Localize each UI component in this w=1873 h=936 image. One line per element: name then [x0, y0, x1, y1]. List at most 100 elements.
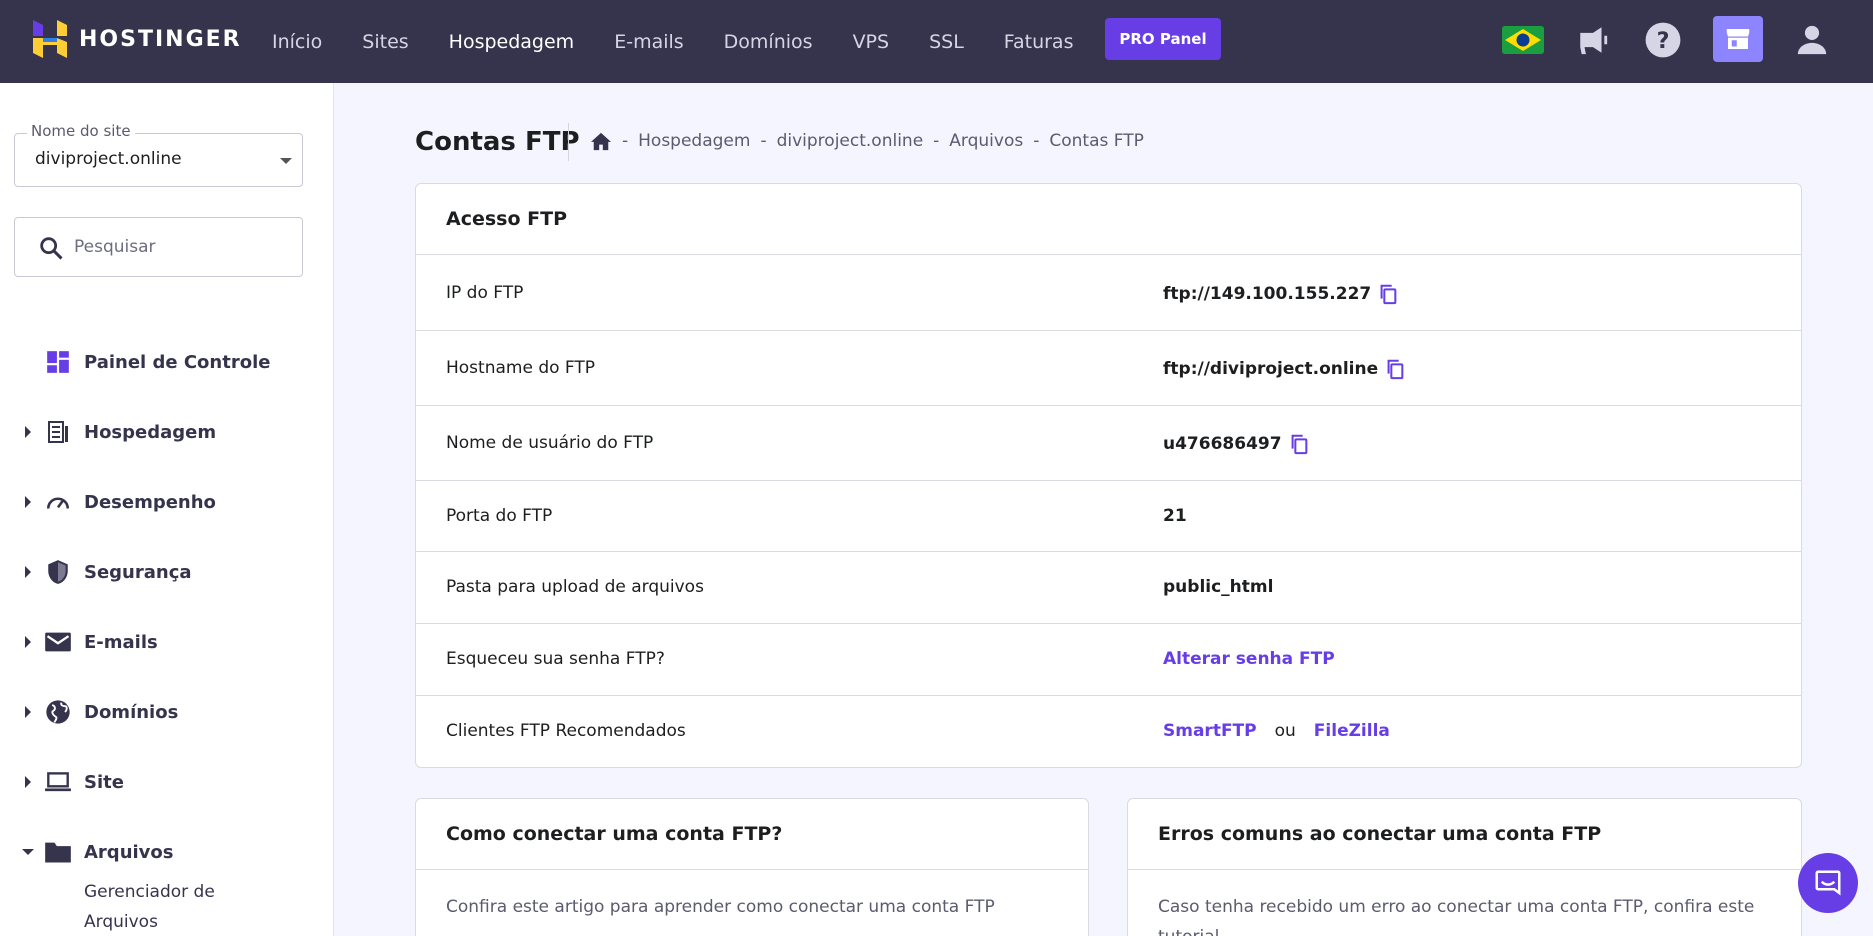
table-row: IP do FTP ftp://149.100.155.227 [416, 256, 1801, 331]
sidebar-item-label: Segurança [84, 561, 192, 583]
laptop-shape [45, 772, 71, 792]
sidebar-item-dashboard[interactable]: Painel de Controle [0, 342, 333, 382]
sidebar-item-hospedagem[interactable]: Hospedagem [0, 412, 333, 452]
smartftp-link[interactable]: SmartFTP [1163, 721, 1257, 741]
sidebar-item-dominios[interactable]: Domínios [0, 692, 333, 732]
row-value: ftp://149.100.155.227 [1163, 283, 1399, 305]
chevron-right-icon [25, 706, 31, 718]
sidebar-item-label: Desempenho [84, 491, 216, 513]
breadcrumb-item[interactable]: diviproject.online [777, 131, 924, 151]
chevron-right-icon [25, 496, 31, 508]
breadcrumb-item[interactable]: Arquivos [949, 131, 1023, 151]
breadcrumb-item[interactable]: Hospedagem [638, 131, 750, 151]
row-key: Nome de usuário do FTP [446, 433, 654, 453]
site-selector[interactable]: Nome do site diviproject.online [14, 122, 303, 187]
breadcrumb-separator: - [1033, 131, 1040, 151]
copy-icon[interactable] [1377, 283, 1399, 305]
pro-panel-button[interactable]: PRO Panel [1105, 18, 1221, 60]
search-input[interactable]: Pesquisar [14, 217, 303, 277]
sidebar-item-site[interactable]: Site [0, 762, 333, 802]
sidebar-subitem-file-manager[interactable]: Gerenciador de Arquivos [84, 877, 284, 936]
copy-icon[interactable] [1288, 433, 1310, 455]
main-nav: Início Sites Hospedagem E-mails Domínios… [272, 0, 1113, 83]
row-key: Porta do FTP [446, 506, 553, 526]
change-ftp-password-link[interactable]: Alterar senha FTP [1163, 649, 1335, 669]
sidebar-item-emails[interactable]: E-mails [0, 622, 333, 662]
shield-icon [44, 558, 72, 586]
sidebar-item-label: Painel de Controle [84, 351, 271, 373]
connect-help-text[interactable]: Confira este artigo para aprender como c… [416, 870, 1088, 936]
row-key: IP do FTP [446, 283, 524, 303]
nav-vps[interactable]: VPS [853, 31, 890, 53]
nav-ssl[interactable]: SSL [929, 31, 964, 53]
nav-faturas[interactable]: Faturas [1004, 31, 1074, 53]
breadcrumb-separator: - [933, 131, 940, 151]
sidebar-item-label: Hospedagem [84, 421, 217, 443]
connect-help-title: Como conectar uma conta FTP? [416, 799, 1088, 870]
row-key: Clientes FTP Recomendados [446, 721, 686, 741]
folder-shape [45, 842, 71, 863]
help-icon[interactable]: ? [1641, 18, 1685, 62]
breadcrumb-item-current: Contas FTP [1049, 131, 1144, 151]
folder-icon [44, 838, 72, 866]
brand-logo[interactable]: HOSTINGER [33, 20, 242, 58]
hostinger-logo-icon [33, 20, 67, 58]
row-key: Pasta para upload de arquivos [446, 577, 704, 597]
sidebar-item-arquivos[interactable]: Arquivos [0, 832, 333, 872]
table-row: Esqueceu sua senha FTP? Alterar senha FT… [416, 624, 1801, 696]
site-selector-value: diviproject.online [35, 149, 182, 169]
hosting-shape [48, 421, 68, 443]
nav-inicio[interactable]: Início [272, 31, 322, 53]
brazil-flag-icon[interactable] [1502, 26, 1544, 54]
row-value: SmartFTP ou FileZilla [1163, 721, 1390, 741]
chevron-down-icon [22, 849, 34, 855]
ftp-hostname-value: ftp://diviproject.online [1163, 359, 1379, 379]
chevron-right-icon [25, 776, 31, 788]
sidebar-item-desempenho[interactable]: Desempenho [0, 482, 333, 522]
svg-text:?: ? [1657, 28, 1670, 54]
chat-button[interactable] [1798, 853, 1858, 913]
help-shape: ? [1645, 22, 1681, 58]
nav-emails[interactable]: E-mails [614, 31, 683, 53]
site-selector-label: Nome do site [27, 122, 135, 140]
filezilla-link[interactable]: FileZilla [1314, 721, 1390, 741]
store-icon[interactable] [1713, 16, 1763, 62]
account-icon[interactable] [1790, 18, 1834, 62]
nav-hospedagem[interactable]: Hospedagem [449, 31, 575, 53]
or-text: ou [1274, 721, 1296, 741]
dashboard-shape [47, 351, 69, 373]
mail-icon [44, 628, 72, 656]
table-row: Clientes FTP Recomendados SmartFTP ou Fi… [416, 696, 1801, 768]
chevron-right-icon [25, 636, 31, 648]
errors-help-text[interactable]: Caso tenha recebido um erro ao conectar … [1128, 870, 1801, 936]
connect-help-card: Como conectar uma conta FTP? Confira est… [415, 798, 1089, 936]
chevron-right-icon [25, 426, 31, 438]
breadcrumb-separator: - [760, 131, 767, 151]
chevron-down-icon [280, 158, 292, 164]
nav-dominios[interactable]: Domínios [724, 31, 813, 53]
ftp-port-value: 21 [1163, 506, 1187, 526]
copy-icon[interactable] [1384, 358, 1406, 380]
ftp-access-heading: Acesso FTP [416, 184, 1801, 255]
sidebar-item-seguranca[interactable]: Segurança [0, 552, 333, 592]
title-divider [568, 123, 569, 161]
sidebar-item-label: E-mails [84, 631, 158, 653]
account-shape [1797, 25, 1827, 55]
sidebar: Nome do site diviproject.online Pesquisa… [0, 83, 334, 936]
breadcrumb-separator: - [622, 131, 629, 151]
ftp-access-card: Acesso FTP IP do FTP ftp://149.100.155.2… [415, 183, 1802, 768]
shield-shape [48, 560, 68, 584]
nav-sites[interactable]: Sites [362, 31, 408, 53]
laptop-icon [44, 768, 72, 796]
globe-shape [46, 700, 70, 724]
row-key: Esqueceu sua senha FTP? [446, 649, 665, 669]
globe-icon [44, 698, 72, 726]
ftp-ip-value: ftp://149.100.155.227 [1163, 284, 1372, 304]
table-row: Pasta para upload de arquivos public_htm… [416, 552, 1801, 624]
sidebar-item-label: Site [84, 771, 124, 793]
mail-shape [45, 632, 71, 652]
megaphone-icon[interactable] [1571, 18, 1615, 62]
home-icon[interactable] [590, 131, 612, 151]
flag-shape [1502, 26, 1544, 54]
store-shape [1726, 29, 1750, 49]
